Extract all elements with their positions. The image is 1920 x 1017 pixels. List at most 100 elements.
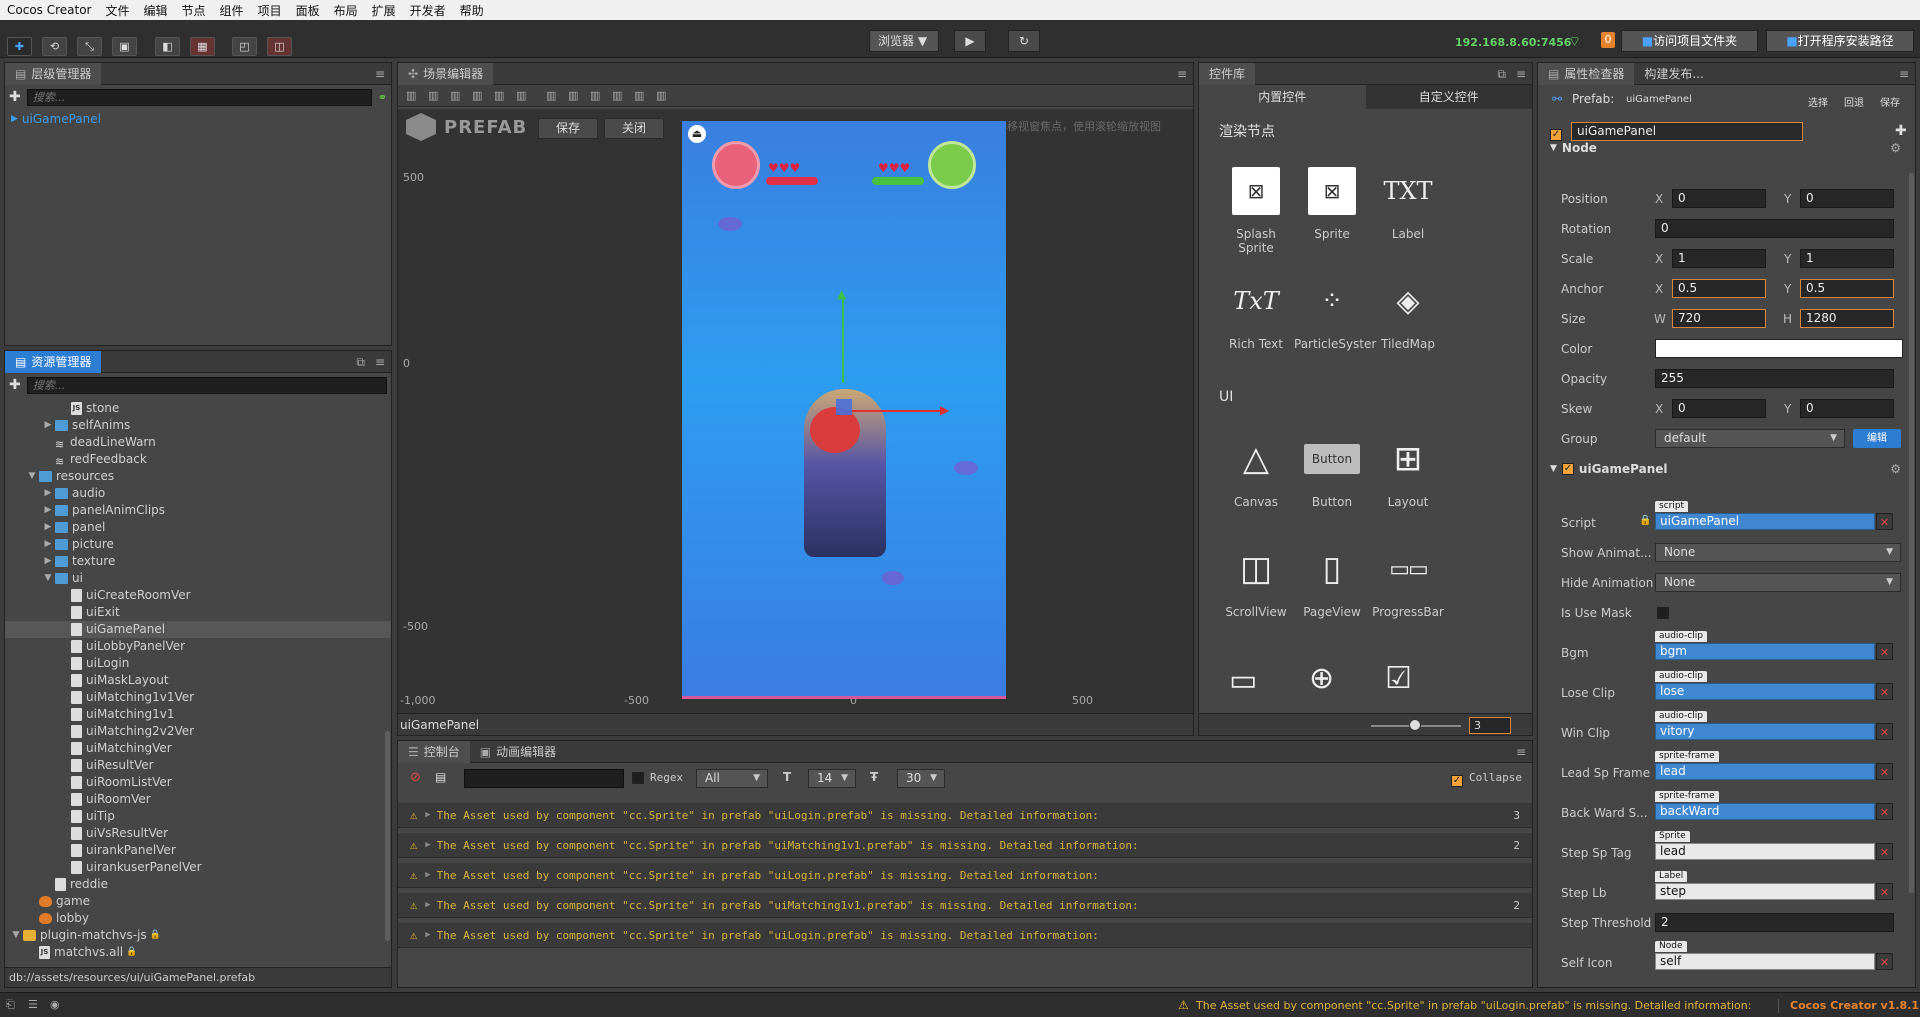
lib-splash-sprite[interactable]: ⊠ Splash Sprite <box>1218 167 1294 255</box>
clear-icon[interactable]: ✕ <box>1876 803 1893 820</box>
lose-clip-field[interactable]: lose <box>1655 683 1875 700</box>
asset-tree-item[interactable]: JS stone <box>5 400 391 417</box>
local-toggle-icon[interactable]: ▦ <box>190 37 215 56</box>
asset-tree-item[interactable]: uiLogin <box>5 655 391 672</box>
align-icon[interactable]: ▥ <box>656 89 666 102</box>
asset-tree-item[interactable]: ▶ audio <box>5 485 391 502</box>
lib-tiledmap[interactable]: ◈ TiledMap <box>1370 277 1446 352</box>
lead-sp-frame-field[interactable]: lead <box>1655 763 1875 780</box>
align-icon[interactable]: ▥ <box>634 89 644 102</box>
panel-menu-icon[interactable]: ≡ <box>1899 67 1909 81</box>
line-height-select[interactable]: 30 <box>897 769 945 788</box>
hide-animation-select[interactable]: None <box>1655 573 1901 592</box>
fold-icon[interactable]: ▶ <box>41 502 55 519</box>
align-icon[interactable]: ▥ <box>494 89 504 102</box>
asset-tree-item[interactable]: uiLobbyPanelVer <box>5 638 391 655</box>
asset-tree-item[interactable]: ▼ ui <box>5 570 391 587</box>
scale-x-input[interactable]: 1 <box>1672 249 1766 268</box>
rect-tool-icon[interactable]: ▣ <box>112 37 137 56</box>
asset-tree-item[interactable]: ▼ resources <box>5 468 391 485</box>
align-icon[interactable]: ▥ <box>590 89 600 102</box>
asset-tree-item[interactable]: uiMatching1v1 <box>5 706 391 723</box>
add-asset-icon[interactable]: ✚ <box>9 377 21 393</box>
notification-badge[interactable]: 0 <box>1601 32 1615 48</box>
panel-menu-icon[interactable]: ≡ <box>1516 745 1526 759</box>
prefab-revert-button[interactable]: 回退 <box>1844 94 1864 109</box>
popout-icon[interactable]: ⧉ <box>356 355 365 370</box>
anchor-x-input[interactable]: 0.5 <box>1672 279 1766 298</box>
asset-tree-item[interactable]: lobby <box>5 910 391 927</box>
asset-tree-item[interactable]: uiMatching2v2Ver <box>5 723 391 740</box>
lib-label-item[interactable]: TXT Label <box>1370 167 1446 241</box>
scene-viewport[interactable]: PREFAB 保存 关闭 使用鼠标右键平移视窗焦点，使用滚轮缩放视图 500 0… <box>398 109 1193 713</box>
align-icon[interactable]: ▥ <box>428 89 438 102</box>
tab-assets[interactable]: ▤ 资源管理器 <box>5 351 102 373</box>
menu-item[interactable]: 开发者 <box>403 2 453 19</box>
menu-item[interactable]: 扩展 <box>365 2 403 19</box>
fold-icon[interactable]: ▶ <box>41 536 55 553</box>
fold-icon[interactable]: ▼ <box>41 570 55 587</box>
lib-layout[interactable]: ⊞ Layout <box>1370 435 1446 509</box>
hierarchy-search-input[interactable]: 搜索... <box>26 88 372 106</box>
rotation-input[interactable]: 0 <box>1655 219 1894 238</box>
clear-icon[interactable]: ✕ <box>1876 723 1893 740</box>
asset-tree-item[interactable]: uirankuserPanelVer <box>5 859 391 876</box>
show-animation-select[interactable]: None <box>1655 543 1901 562</box>
assets-scrollbar[interactable] <box>385 731 390 941</box>
layout-icon[interactable]: ⎗ <box>6 998 15 1012</box>
align-icon[interactable]: ▥ <box>516 89 526 102</box>
editbox-icon[interactable]: ▭ <box>1229 663 1257 698</box>
tab-custom[interactable]: 自定义控件 <box>1365 85 1532 109</box>
game-canvas-preview[interactable]: ⏏ ♥♥♥ ♥♥♥ ▲ ▶ <box>682 121 1006 699</box>
align-icon[interactable]: ▥ <box>612 89 622 102</box>
lib-scrollview[interactable]: ◫ ScrollView <box>1218 545 1294 619</box>
panel-menu-icon[interactable]: ≡ <box>1177 67 1187 81</box>
settings-gear-icon[interactable]: ⚙ <box>1890 141 1901 155</box>
eye-icon[interactable]: ◉ <box>50 998 60 1011</box>
prefab-close-button[interactable]: 关闭 <box>604 118 664 139</box>
fold-icon[interactable]: ▶ <box>41 553 55 570</box>
console-log-entry[interactable]: ⚠ ▶ The Asset used by component "cc.Sprite… <box>398 803 1532 828</box>
win-clip-field[interactable]: vitory <box>1655 723 1875 740</box>
asset-tree-item[interactable]: ▶ selfAnims <box>5 417 391 434</box>
expand-icon[interactable]: ▶ <box>425 810 430 820</box>
expand-icon[interactable]: ▶ <box>425 930 430 940</box>
lib-pageview[interactable]: ▯ PageView <box>1294 545 1370 619</box>
asset-tree-item[interactable]: ▶ panel <box>5 519 391 536</box>
tab-console[interactable]: ☰ 控制台 <box>398 741 470 763</box>
assets-search-input[interactable]: 搜索... <box>26 376 387 394</box>
asset-tree-item[interactable]: uiCreateRoomVer <box>5 587 391 604</box>
script-field[interactable]: uiGamePanel <box>1655 513 1875 530</box>
fold-icon[interactable]: ▶ <box>41 485 55 502</box>
open-install-path-button[interactable]: ■打开程序安装路径 <box>1766 30 1914 52</box>
size-w-input[interactable]: 720 <box>1672 309 1766 328</box>
clear-icon[interactable]: ✕ <box>1876 843 1893 860</box>
tab-builtin[interactable]: 内置控件 <box>1199 85 1366 109</box>
toggle-icon[interactable]: ☑ <box>1385 661 1412 696</box>
asset-tree-item[interactable]: ▶ texture <box>5 553 391 570</box>
console-log-entry[interactable]: ⚠ ▶ The Asset used by component "cc.Sprite… <box>398 893 1532 918</box>
menu-item[interactable]: 面板 <box>289 2 327 19</box>
asset-tree-item[interactable]: uiRoomVer <box>5 791 391 808</box>
snap-icon[interactable]: ◰ <box>232 37 257 56</box>
step-threshold-input[interactable]: 2 <box>1655 913 1894 932</box>
use-mask-checkbox[interactable] <box>1657 607 1669 622</box>
tab-animation-editor[interactable]: ▣ 动画编辑器 <box>470 741 566 763</box>
panel-menu-icon[interactable]: ≡ <box>1516 67 1526 82</box>
anchor-y-input[interactable]: 0.5 <box>1800 279 1894 298</box>
clear-icon[interactable]: ✕ <box>1876 953 1893 970</box>
skew-y-input[interactable]: 0 <box>1800 399 1894 418</box>
asset-tree-item[interactable]: ▶ panelAnimClips <box>5 502 391 519</box>
play-button[interactable]: ▶ <box>954 30 986 52</box>
font-size-select[interactable]: 14 <box>808 769 856 788</box>
pivot-toggle-icon[interactable]: ◧ <box>155 37 180 56</box>
back-ward-field[interactable]: backWard <box>1655 803 1875 820</box>
panel-menu-icon[interactable]: ≡ <box>375 355 385 370</box>
align-icon[interactable]: ▥ <box>450 89 460 102</box>
expand-icon[interactable]: ▶ <box>425 870 430 880</box>
component-section-header[interactable]: ▼ ✓ uiGamePanel ⚙ <box>1538 458 1915 480</box>
fold-icon[interactable]: ▼ <box>9 927 23 944</box>
popout-icon[interactable]: ⧉ <box>1497 67 1506 82</box>
asset-tree-item[interactable]: uiRoomListVer <box>5 774 391 791</box>
clear-icon[interactable]: ✕ <box>1876 883 1893 900</box>
